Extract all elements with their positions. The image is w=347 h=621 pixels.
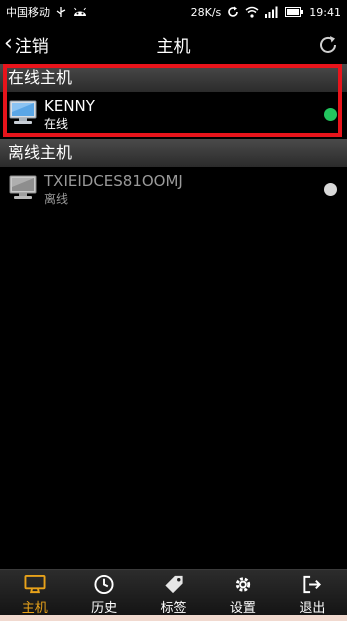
tab-tags[interactable]: 标签 [139, 570, 208, 616]
tab-hosts-label: 主机 [21, 601, 48, 616]
bottom-tab-bar: 主机 历史 标签 设置 退出 [0, 569, 347, 616]
host-name: TXIEIDCES81OOMJ [44, 172, 183, 190]
nav-bar: ‹ 注销 主机 [0, 26, 347, 62]
tab-settings[interactable]: 设置 [208, 570, 277, 616]
refresh-icon[interactable] [317, 34, 339, 56]
tab-history-label: 历史 [91, 601, 118, 616]
clock-icon [94, 574, 114, 595]
host-status: 在线 [44, 117, 69, 131]
computer-icon [9, 175, 37, 199]
tab-exit-label: 退出 [299, 601, 326, 616]
carrier-label: 中国移动 [6, 6, 50, 19]
host-row-kenny[interactable]: KENNY 在线 [0, 93, 347, 137]
signal-icon [265, 6, 278, 18]
gear-icon [235, 577, 251, 592]
clock-time: 19:41 [309, 5, 341, 19]
offline-status-dot [324, 183, 337, 196]
network-speed: 28K/s [190, 5, 222, 19]
page-title: 主机 [156, 37, 191, 57]
sync-icon [228, 6, 239, 17]
offline-hosts-header: 离线主机 [0, 139, 347, 167]
tab-exit[interactable]: 退出 [278, 570, 347, 616]
bottom-strip [0, 615, 347, 621]
tab-hosts[interactable]: 主机 [0, 570, 69, 616]
computer-icon [9, 100, 37, 124]
tab-history[interactable]: 历史 [69, 570, 138, 616]
online-status-dot [324, 108, 337, 121]
exit-icon [303, 575, 322, 594]
tab-settings-label: 设置 [229, 601, 256, 616]
host-status: 离线 [44, 192, 69, 206]
usb-icon [56, 7, 66, 17]
online-hosts-header: 在线主机 [0, 64, 347, 92]
status-bar: 中国移动 28K/s 19:41 [0, 0, 347, 24]
android-icon [74, 7, 86, 16]
tab-tags-label: 标签 [160, 601, 187, 616]
wifi-icon [245, 6, 259, 18]
battery-icon [285, 7, 304, 17]
host-name: KENNY [44, 97, 95, 115]
tag-icon [164, 575, 183, 594]
host-row-txieidces[interactable]: TXIEIDCES81OOMJ 离线 [0, 168, 347, 212]
monitor-icon [24, 574, 46, 594]
